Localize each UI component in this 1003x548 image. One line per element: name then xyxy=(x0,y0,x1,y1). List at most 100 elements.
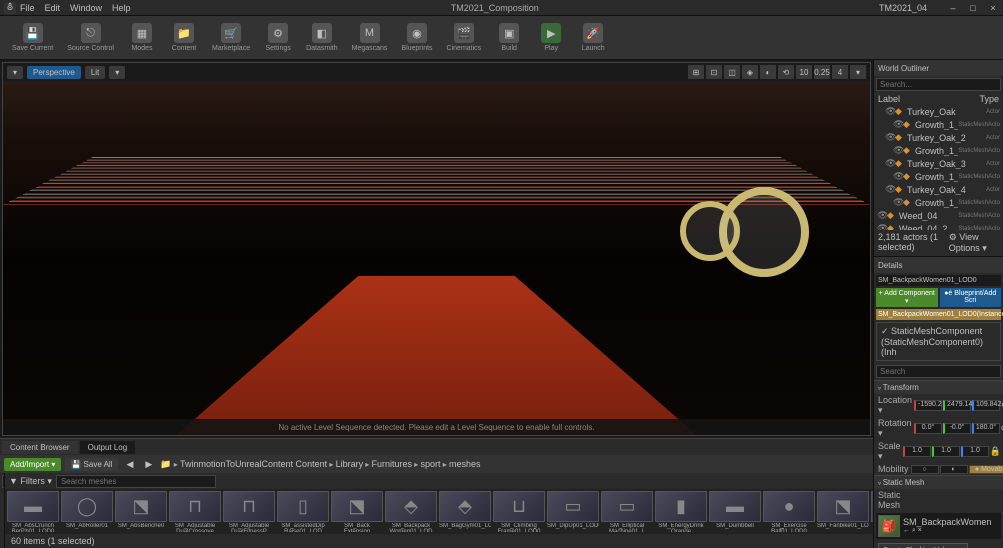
component-item[interactable]: ✓ StaticMeshComponent (StaticMeshCompone… xyxy=(879,325,998,358)
viewport-btn[interactable]: ▾ xyxy=(7,66,23,79)
menu-help[interactable]: Help xyxy=(112,3,131,13)
crumb-part[interactable]: Furnitures xyxy=(372,459,413,469)
outliner-row[interactable]: 👁◆Weed_04_2StaticMeshActo xyxy=(874,222,1003,230)
menu-window[interactable]: Window xyxy=(70,3,102,13)
toolbar-megascans[interactable]: MMegascans xyxy=(346,21,394,54)
visibility-icon[interactable]: 👁 xyxy=(877,210,887,221)
outliner-row[interactable]: 👁◆Turkey_Oak_2Actor xyxy=(874,131,1003,144)
scale-x[interactable]: 1.0 xyxy=(903,446,931,457)
add-component-button[interactable]: + Add Component ▾ xyxy=(876,288,938,307)
mobility-static[interactable]: ○ xyxy=(911,465,939,474)
outliner-view-options[interactable]: ⚙ View Options ▾ xyxy=(949,232,999,254)
lock-icon[interactable]: 🔒 xyxy=(990,446,1001,457)
blueprint-button[interactable]: ●é Blueprint/Add Scri xyxy=(940,288,1002,307)
outliner-row[interactable]: 👁◆Turkey_Oak_4Actor xyxy=(874,183,1003,196)
project-tab[interactable]: TM2021_04 xyxy=(879,3,927,13)
asset-item[interactable]: ⊓SM_Adjustable DualCrossove xyxy=(169,491,221,532)
mobility-stationary[interactable]: ◐ xyxy=(940,465,968,474)
asset-item[interactable]: ▮SM_EnergyDrink Orange xyxy=(655,491,707,532)
toolbar-modes[interactable]: ▦Modes xyxy=(122,21,162,54)
asset-item[interactable]: ⬘SM_BagGym01_LOD0 xyxy=(439,491,491,532)
crumb-part[interactable]: sport xyxy=(421,459,441,469)
viewport-tool-icon[interactable]: 4 xyxy=(832,65,848,79)
viewport-tool-icon[interactable]: ▾ xyxy=(850,65,866,79)
outliner-row[interactable]: 👁◆Turkey_OakActor xyxy=(874,105,1003,118)
viewport-scene[interactable] xyxy=(3,81,870,435)
viewport-tool-icon[interactable]: ⟲ xyxy=(778,65,794,79)
outliner-row[interactable]: 👁◆Weed_04StaticMeshActo xyxy=(874,209,1003,222)
toolbar-launch[interactable]: 🚀Launch xyxy=(573,21,613,54)
outliner-row[interactable]: 👁◆Turkey_Oak_3Actor xyxy=(874,157,1003,170)
menu-file[interactable]: File xyxy=(20,3,35,13)
asset-item[interactable]: ⬘SM_Backpack Women01_LOD xyxy=(385,491,437,532)
viewport-tool-icon[interactable]: 10 xyxy=(796,65,812,79)
asset-item[interactable]: ⬔SM_AbsBenche0 xyxy=(115,491,167,532)
crumb-part[interactable]: meshes xyxy=(449,459,481,469)
filters-button[interactable]: ▼ Filters ▾ xyxy=(9,476,52,487)
viewport-tool-icon[interactable]: ⊡ xyxy=(706,65,722,79)
details-search-input[interactable] xyxy=(876,365,1001,378)
menu-edit[interactable]: Edit xyxy=(45,3,61,13)
mobility-movable[interactable]: ● Movab xyxy=(969,465,1003,474)
transform-header[interactable]: Transform xyxy=(874,381,1003,394)
minimize-button[interactable]: – xyxy=(947,3,959,13)
visibility-icon[interactable]: 👁 xyxy=(893,171,903,182)
crumb-part[interactable]: 📁 xyxy=(160,459,171,469)
toolbar-source-control[interactable]: ⎋Source Control xyxy=(61,21,120,54)
viewport-tool-icon[interactable]: 0.25 xyxy=(814,65,830,79)
viewport-btn[interactable]: Lit xyxy=(85,66,105,79)
scale-y[interactable]: 1.0 xyxy=(932,446,960,457)
toolbar-content[interactable]: 📁Content xyxy=(164,21,204,54)
asset-item[interactable]: ▭SM_DipUp01_LOD0 xyxy=(547,491,599,532)
loc-y[interactable]: 2479.14 xyxy=(943,400,971,411)
scale-z[interactable]: 1.0 xyxy=(961,446,989,457)
add-import-button[interactable]: Add/Import ▾ xyxy=(4,458,61,471)
asset-item[interactable]: ⊔SM_Climbing Frame01_LOD0 xyxy=(493,491,545,532)
toolbar-marketplace[interactable]: 🛒Marketplace xyxy=(206,21,256,54)
outliner-row[interactable]: 👁◆Growth_1_105StaticMeshActo xyxy=(874,144,1003,157)
crumb-part[interactable]: Library xyxy=(336,459,364,469)
viewport-tool-icon[interactable]: ⊞ xyxy=(688,65,704,79)
visibility-icon[interactable]: 👁 xyxy=(893,119,903,130)
visibility-icon[interactable]: 👁 xyxy=(893,145,903,156)
visibility-icon[interactable]: 👁 xyxy=(885,184,895,195)
rot-y[interactable]: -0.0° xyxy=(943,423,971,434)
rot-x[interactable]: 0.0° xyxy=(914,423,942,434)
outliner-row[interactable]: 👁◆Growth_1_107StaticMeshActo xyxy=(874,196,1003,209)
breadcrumb-fwd[interactable]: ▶ xyxy=(141,459,156,470)
visibility-icon[interactable]: 👁 xyxy=(893,197,903,208)
toolbar-cinematics[interactable]: 🎬Cinematics xyxy=(441,21,488,54)
toolbar-blueprints[interactable]: ◉Blueprints xyxy=(395,21,438,54)
loc-z[interactable]: 109.842 xyxy=(972,400,1000,411)
toolbar-save-current[interactable]: 💾Save Current xyxy=(6,21,59,54)
viewport-tool-icon[interactable]: ◫ xyxy=(724,65,740,79)
viewport[interactable]: ▾PerspectiveLit▾ ⊞⊡◫◈◐⟲100.254▾ No activ… xyxy=(2,62,871,436)
asset-item[interactable]: ▬SM_AbsCrunch Bench01_LOD0 xyxy=(7,491,59,532)
staticmesh-slot[interactable]: 🎒SM_BackpackWomen← ⌕ × xyxy=(876,513,1001,539)
visibility-icon[interactable]: 👁 xyxy=(885,132,895,143)
breadcrumb[interactable]: 📁 ▸ TwinmotionToUnrealContent Content ▸ … xyxy=(160,459,480,470)
tab-output-log[interactable]: Output Log xyxy=(80,441,136,454)
viewport-tool-icon[interactable]: ◈ xyxy=(742,65,758,79)
asset-item[interactable]: ▭SM_Elliptical Machine01_L xyxy=(601,491,653,532)
asset-search-input[interactable] xyxy=(56,475,216,488)
breadcrumb-back[interactable]: ◀ xyxy=(122,459,137,470)
asset-item[interactable]: ◯SM_AbRoller01 xyxy=(61,491,113,532)
close-button[interactable]: × xyxy=(987,3,999,13)
details-instance[interactable]: SM_BackpackWomen01_LOD0(Instance) xyxy=(876,309,1001,320)
toolbar-datasmith[interactable]: ◧Datasmith xyxy=(300,21,344,54)
loc-x[interactable]: -1590.2 xyxy=(914,400,942,411)
asset-item[interactable]: ⬔SM_Fanbike01_LOD0 xyxy=(817,491,869,532)
outliner-row[interactable]: 👁◆Growth_1_104StaticMeshActo xyxy=(874,118,1003,131)
asset-item[interactable]: ⬔SM_Back Extension xyxy=(331,491,383,532)
viewport-tool-icon[interactable]: ◐ xyxy=(760,65,776,79)
viewport-btn[interactable]: ▾ xyxy=(109,66,125,79)
visibility-icon[interactable]: 👁 xyxy=(877,223,887,230)
outliner-search-input[interactable] xyxy=(876,78,1001,91)
toolbar-settings[interactable]: ⚙Settings xyxy=(258,21,298,54)
crumb-part[interactable]: TwinmotionToUnrealContent Content xyxy=(180,459,327,469)
create-blocking-volume-button[interactable]: Create Blocking Volume ▾ xyxy=(878,543,968,548)
rot-z[interactable]: 180.0° xyxy=(972,423,1000,434)
asset-item[interactable]: ▬SM_Dumbbell xyxy=(709,491,761,532)
toolbar-play[interactable]: ▶Play xyxy=(531,21,571,54)
